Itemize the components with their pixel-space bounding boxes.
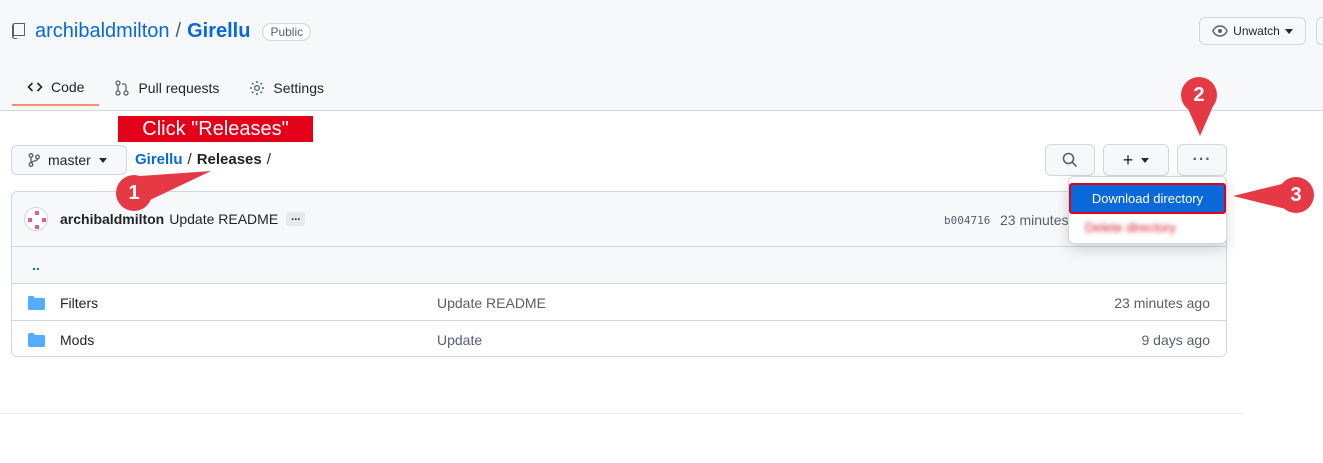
file-commit-message-link[interactable]: Update <box>437 332 482 348</box>
annotation-marker-1: 1 <box>116 175 152 211</box>
footer <box>0 456 1323 463</box>
tab-pull-requests-label: Pull requests <box>138 80 220 96</box>
parent-directory-label: .. <box>32 257 40 273</box>
repo-name-link[interactable]: Girellu <box>187 20 250 43</box>
table-row[interactable]: Mods Update 9 days ago <box>12 321 1226 356</box>
gear-icon <box>250 81 265 95</box>
add-file-button[interactable]: + <box>1103 144 1169 176</box>
file-name-link[interactable]: Filters <box>60 295 98 311</box>
table-row[interactable]: Filters Update README 23 minutes ago <box>12 284 1226 321</box>
file-commit-time: 23 minutes ago <box>1114 295 1210 311</box>
annotation-marker-2: 2 <box>1181 77 1217 113</box>
file-commit-time: 9 days ago <box>1141 332 1211 348</box>
repo-owner-link[interactable]: archibaldmilton <box>35 20 170 43</box>
search-icon <box>1062 152 1078 168</box>
caret-down-icon <box>98 157 107 163</box>
unwatch-label: Unwatch <box>1233 24 1280 38</box>
commit-message-link[interactable]: Update README <box>169 211 278 227</box>
commit-sha-link[interactable]: b004716 <box>944 214 990 227</box>
tab-pull-requests[interactable]: Pull requests <box>99 70 234 106</box>
delete-directory-menu-item[interactable]: Delete directory <box>1085 220 1176 235</box>
visibility-badge: Public <box>262 22 312 41</box>
plus-icon: + <box>1122 149 1134 170</box>
latest-commit-row: archibaldmilton Update README ... b00471… <box>12 192 1226 247</box>
folder-icon <box>28 296 45 310</box>
breadcrumb-trailing-separator: / <box>266 151 271 168</box>
code-icon <box>27 82 43 92</box>
avatar[interactable] <box>24 207 48 231</box>
annotation-callout: Click "Releases" <box>118 116 313 142</box>
caret-down-icon <box>1284 28 1293 34</box>
breadcrumb-root-link[interactable]: Girellu <box>135 151 183 168</box>
repo-icon <box>12 23 25 39</box>
branch-icon <box>28 153 40 167</box>
download-directory-menu-item[interactable]: Download directory <box>1069 183 1226 214</box>
annotation-marker-3: 3 <box>1278 177 1314 213</box>
breadcrumb: Girellu / Releases / <box>135 151 271 168</box>
breadcrumb-separator: / <box>187 151 192 168</box>
branch-selector-button[interactable]: master <box>11 145 127 175</box>
repo-title-separator: / <box>175 20 182 42</box>
branch-name: master <box>48 152 91 168</box>
tab-settings-label: Settings <box>273 80 324 96</box>
tab-code[interactable]: Code <box>12 70 100 106</box>
file-name-link[interactable]: Mods <box>60 332 94 348</box>
eye-icon <box>1212 25 1228 37</box>
unwatch-button[interactable]: Unwatch <box>1199 17 1306 45</box>
more-options-menu: Download directory Delete directory <box>1068 176 1227 244</box>
commit-author-link[interactable]: archibaldmilton <box>60 211 164 227</box>
file-commit-message-link[interactable]: Update README <box>437 295 546 311</box>
tab-settings[interactable]: Settings <box>234 70 339 106</box>
star-button[interactable] <box>1316 17 1323 45</box>
footer-divider <box>0 413 1243 414</box>
folder-icon <box>28 333 45 347</box>
commit-expand-button[interactable]: ... <box>286 212 306 226</box>
repo-tabs: Code Pull requests Settings <box>12 70 339 111</box>
parent-directory-link[interactable]: .. <box>12 247 1226 284</box>
pull-request-icon <box>115 80 130 96</box>
file-list: archibaldmilton Update README ... b00471… <box>11 191 1227 357</box>
breadcrumb-current: Releases <box>196 151 262 168</box>
repo-header: archibaldmilton / Girellu Public Unwatch… <box>0 0 1323 111</box>
tab-code-label: Code <box>51 79 85 95</box>
caret-down-icon <box>1141 157 1150 163</box>
repo-title: archibaldmilton / Girellu Public <box>35 20 312 43</box>
search-button[interactable] <box>1045 144 1095 176</box>
more-options-button[interactable]: ··· <box>1177 144 1227 176</box>
commit-time: 23 minutes <box>1000 212 1069 228</box>
kebab-horizontal-icon: ··· <box>1192 151 1212 168</box>
